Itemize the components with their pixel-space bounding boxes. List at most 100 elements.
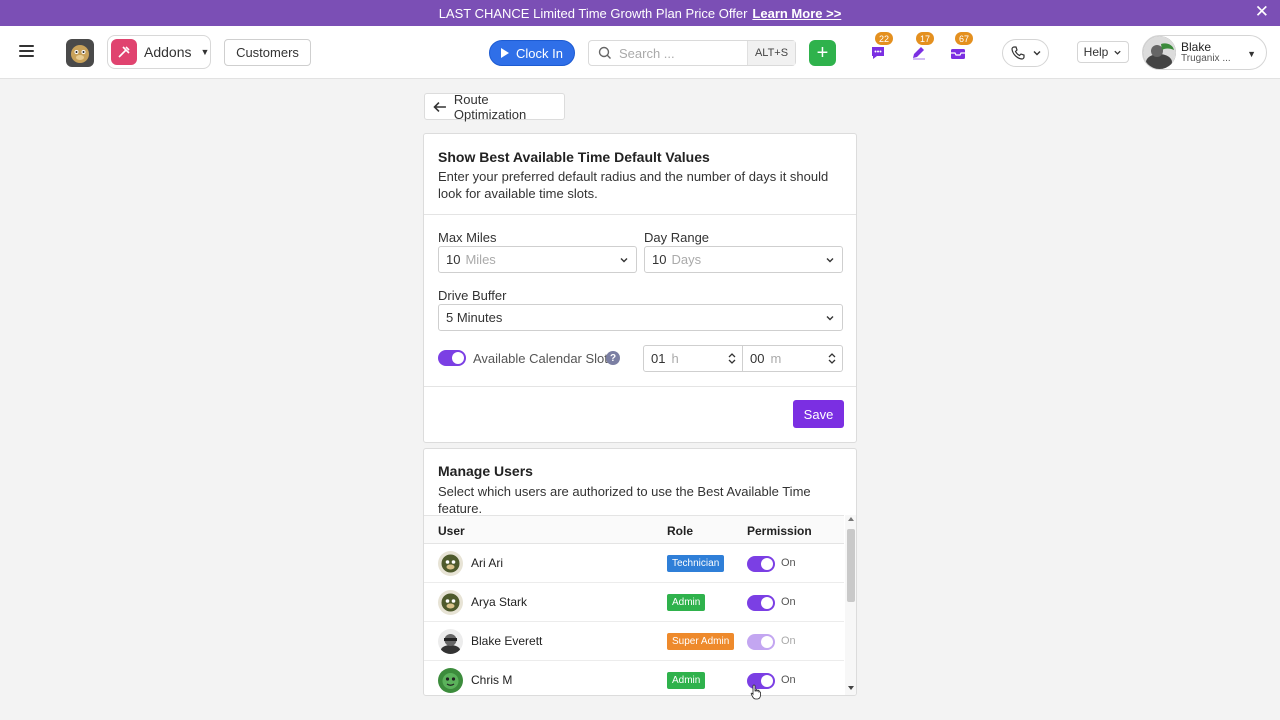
card-description: Select which users are authorized to use… (438, 484, 811, 516)
table-row: Ari Ari Technician On (424, 544, 844, 583)
phone-icon (1010, 46, 1025, 60)
max-miles-label: Max Miles (438, 230, 497, 245)
card-title: Show Best Available Time Default Values (438, 149, 710, 165)
clock-in-label: Clock In (516, 45, 563, 61)
day-range-label: Day Range (644, 230, 710, 245)
role-badge: Admin (667, 594, 706, 611)
minutes-stepper[interactable]: 00 m (743, 345, 843, 372)
inbox-button[interactable]: 67 (947, 32, 973, 64)
day-range-select[interactable]: 10 Days (644, 246, 843, 273)
top-header: Addons ▼ Customers Clock In ALT+S + 22 1… (0, 26, 1280, 79)
search-shortcut: ALT+S (747, 41, 795, 65)
app-logo[interactable] (66, 39, 94, 67)
table-scrollbar[interactable] (845, 515, 856, 695)
search-icon (598, 46, 611, 59)
table-row: Blake Everett Super Admin On (424, 622, 844, 661)
role-badge: Admin (667, 672, 706, 689)
role-badge: Super Admin (667, 633, 735, 650)
table-header: User Role Permission (424, 515, 844, 544)
addons-label: Addons (144, 44, 192, 60)
promo-banner-text: LAST CHANCE Limited Time Growth Plan Pri… (438, 5, 748, 21)
help-label: Help (1083, 45, 1109, 59)
tasks-count-badge: 17 (916, 32, 934, 45)
customers-button[interactable]: Customers (224, 39, 311, 66)
table-row: Chris M Admin On (424, 661, 844, 695)
user-name: Chris M (471, 673, 513, 687)
addons-dropdown[interactable]: Addons ▼ (107, 35, 211, 69)
avatar (438, 668, 463, 693)
permission-toggle[interactable] (747, 556, 775, 572)
stepper-arrows-icon[interactable] (828, 352, 836, 365)
promo-banner: LAST CHANCE Limited Time Growth Plan Pri… (0, 0, 1280, 26)
play-icon (501, 48, 510, 58)
user-name: Ari Ari (471, 556, 504, 570)
max-miles-unit: Miles (465, 252, 496, 267)
permission-toggle[interactable] (747, 595, 775, 611)
avatar (438, 629, 463, 654)
chevron-down-icon (620, 258, 628, 263)
minutes-unit: m (770, 351, 782, 366)
scrollbar-thumb[interactable] (847, 529, 855, 602)
column-user: User (438, 524, 465, 538)
user-name: Blake Everett (471, 634, 543, 648)
company-name: Truganix ... (1181, 52, 1231, 64)
table-row: Arya Stark Admin On (424, 583, 844, 622)
search-input[interactable] (619, 45, 749, 61)
hours-unit: h (671, 351, 679, 366)
learn-more-link[interactable]: Learn More >> (752, 6, 841, 21)
permission-status: On (781, 596, 796, 608)
scroll-up-icon[interactable] (848, 517, 854, 521)
day-range-value: 10 (652, 252, 667, 267)
save-button[interactable]: Save (793, 400, 844, 428)
hours-stepper[interactable]: 01 h (643, 345, 743, 372)
back-to-route-optimization-button[interactable]: Route Optimization (424, 92, 565, 122)
help-dropdown[interactable]: Help (1077, 41, 1129, 63)
caret-down-icon: ▼ (1247, 49, 1256, 59)
max-miles-select[interactable]: 10 Miles (438, 246, 637, 273)
chevron-down-icon (826, 316, 834, 321)
chevron-down-icon (826, 258, 834, 263)
chevron-down-icon (1114, 50, 1121, 55)
calendar-slot-toggle[interactable] (438, 350, 466, 366)
addons-icon (111, 39, 137, 65)
default-values-card: Show Best Available Time Default Values … (423, 133, 857, 443)
chat-button[interactable]: 22 (867, 32, 893, 64)
column-role: Role (667, 524, 694, 538)
max-miles-value: 10 (446, 252, 461, 267)
day-range-unit: Days (671, 252, 702, 267)
drive-buffer-label: Drive Buffer (438, 288, 507, 303)
column-permission: Permission (747, 524, 812, 538)
add-new-button[interactable]: + (809, 40, 836, 66)
role-badge: Technician (667, 555, 725, 572)
user-menu[interactable]: Blake Truganix ... ▼ (1142, 35, 1267, 70)
user-name: Blake (1181, 39, 1212, 54)
hand-cursor-icon (750, 684, 761, 700)
phone-dropdown[interactable] (1002, 39, 1049, 67)
drive-buffer-select[interactable]: 5 Minutes (438, 304, 843, 331)
stepper-arrows-icon[interactable] (728, 352, 736, 365)
arrow-left-icon (433, 101, 446, 112)
permission-status: On (781, 635, 796, 647)
user-name: Arya Stark (471, 595, 528, 609)
divider (424, 386, 856, 387)
chat-count-badge: 22 (875, 32, 893, 45)
clock-in-button[interactable]: Clock In (489, 40, 575, 66)
permission-status: On (781, 557, 796, 569)
avatar (438, 551, 463, 576)
drive-buffer-value: 5 Minutes (446, 310, 503, 325)
card-title: Manage Users (438, 463, 533, 479)
search-box: ALT+S (588, 40, 796, 66)
help-icon[interactable]: ? (606, 351, 620, 365)
inbox-icon (951, 49, 965, 59)
card-description: Enter your preferred default radius and … (438, 169, 829, 201)
menu-icon[interactable] (19, 45, 34, 57)
tasks-button[interactable]: 17 (908, 32, 934, 64)
permission-toggle (747, 634, 775, 650)
close-icon[interactable]: ✕ (1255, 3, 1269, 21)
hours-value: 01 (651, 351, 666, 366)
avatar (1143, 36, 1176, 69)
pencil-icon (913, 47, 925, 60)
divider (424, 214, 856, 215)
scroll-down-icon[interactable] (848, 686, 854, 690)
calendar-slot-label: Available Calendar Slot (473, 351, 608, 366)
